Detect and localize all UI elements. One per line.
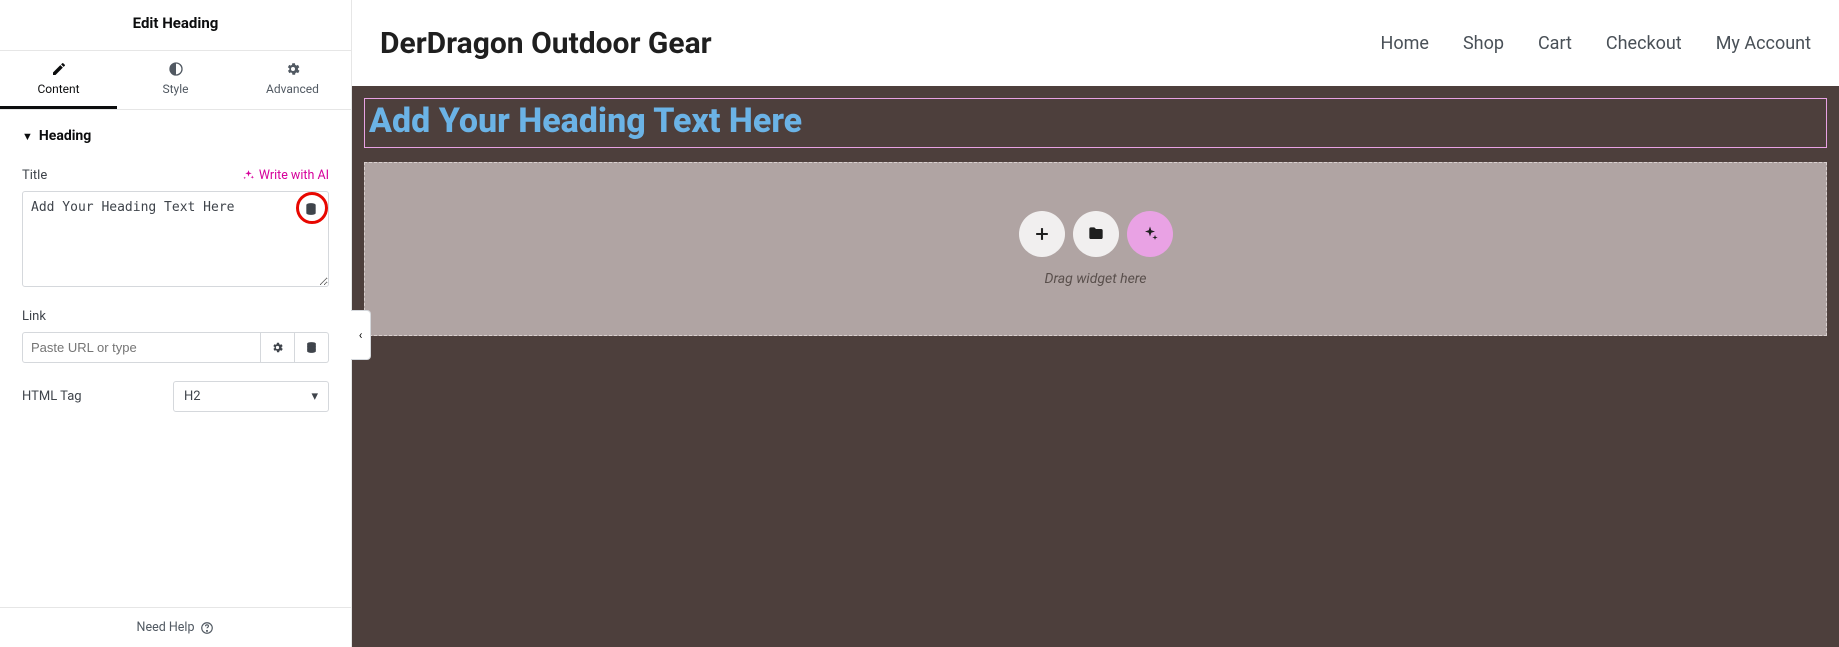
link-input[interactable] <box>22 332 261 363</box>
link-options-button[interactable] <box>261 332 295 363</box>
pencil-icon <box>51 61 67 77</box>
dropzone-actions <box>1019 211 1173 257</box>
sparkle-icon <box>1140 224 1160 244</box>
link-dynamic-button[interactable] <box>295 332 329 363</box>
gear-icon <box>285 61 301 77</box>
nav-home[interactable]: Home <box>1381 33 1429 54</box>
nav-checkout[interactable]: Checkout <box>1606 33 1682 54</box>
write-with-ai-link[interactable]: Write with AI <box>242 168 329 183</box>
nav-shop[interactable]: Shop <box>1463 33 1504 54</box>
preview-area: ‹ DerDragon Outdoor Gear Home Shop Cart … <box>352 0 1839 647</box>
panel-footer: Need Help <box>0 607 351 647</box>
nav-cart[interactable]: Cart <box>1538 33 1572 54</box>
title-label: Title <box>22 168 47 183</box>
panel-title: Edit Heading <box>0 0 351 51</box>
panel-body: ▼ Heading Title Write with AI Link <box>0 110 351 607</box>
database-icon <box>304 202 318 216</box>
chevron-left-icon: ‹ <box>359 328 363 342</box>
site-nav: Home Shop Cart Checkout My Account <box>1381 33 1811 54</box>
add-widget-button[interactable] <box>1019 211 1065 257</box>
caret-down-icon: ▾ <box>311 389 318 404</box>
database-icon <box>305 341 318 354</box>
panel-tabs: Content Style Advanced <box>0 51 351 110</box>
help-icon <box>200 621 214 635</box>
section-heading-toggle[interactable]: ▼ Heading <box>22 128 329 144</box>
caret-down-icon: ▼ <box>22 130 33 143</box>
editor-sidebar: Edit Heading Content Style Advanced ▼ He… <box>0 0 352 647</box>
template-library-button[interactable] <box>1073 211 1119 257</box>
link-label: Link <box>22 309 329 324</box>
widget-dropzone[interactable]: Drag widget here <box>364 162 1827 336</box>
html-tag-select[interactable]: H2 ▾ <box>173 381 329 412</box>
canvas[interactable]: Add Your Heading Text Here Drag widget h… <box>352 86 1839 647</box>
contrast-icon <box>168 61 184 77</box>
html-tag-field: HTML Tag H2 ▾ <box>22 381 329 412</box>
plus-icon <box>1032 224 1052 244</box>
sparkle-icon <box>242 169 255 182</box>
nav-account[interactable]: My Account <box>1716 33 1811 54</box>
gear-icon <box>271 341 284 354</box>
html-tag-label: HTML Tag <box>22 389 82 404</box>
title-input[interactable] <box>22 191 329 287</box>
need-help-link[interactable]: Need Help <box>137 620 195 635</box>
collapse-panel-button[interactable]: ‹ <box>351 310 371 360</box>
link-field: Link <box>22 309 329 363</box>
heading-widget-selected[interactable]: Add Your Heading Text Here <box>364 98 1827 148</box>
ai-widget-button[interactable] <box>1127 211 1173 257</box>
tab-advanced[interactable]: Advanced <box>234 51 351 109</box>
drag-label: Drag widget here <box>1045 271 1147 287</box>
heading-preview-text: Add Your Heading Text Here <box>369 101 1822 141</box>
title-field: Title Write with AI <box>22 168 329 291</box>
tab-style[interactable]: Style <box>117 51 234 109</box>
site-title: DerDragon Outdoor Gear <box>380 26 712 61</box>
site-header: DerDragon Outdoor Gear Home Shop Cart Ch… <box>352 0 1839 86</box>
dynamic-tags-button[interactable] <box>299 197 323 221</box>
tab-content[interactable]: Content <box>0 51 117 109</box>
folder-icon <box>1086 224 1106 244</box>
